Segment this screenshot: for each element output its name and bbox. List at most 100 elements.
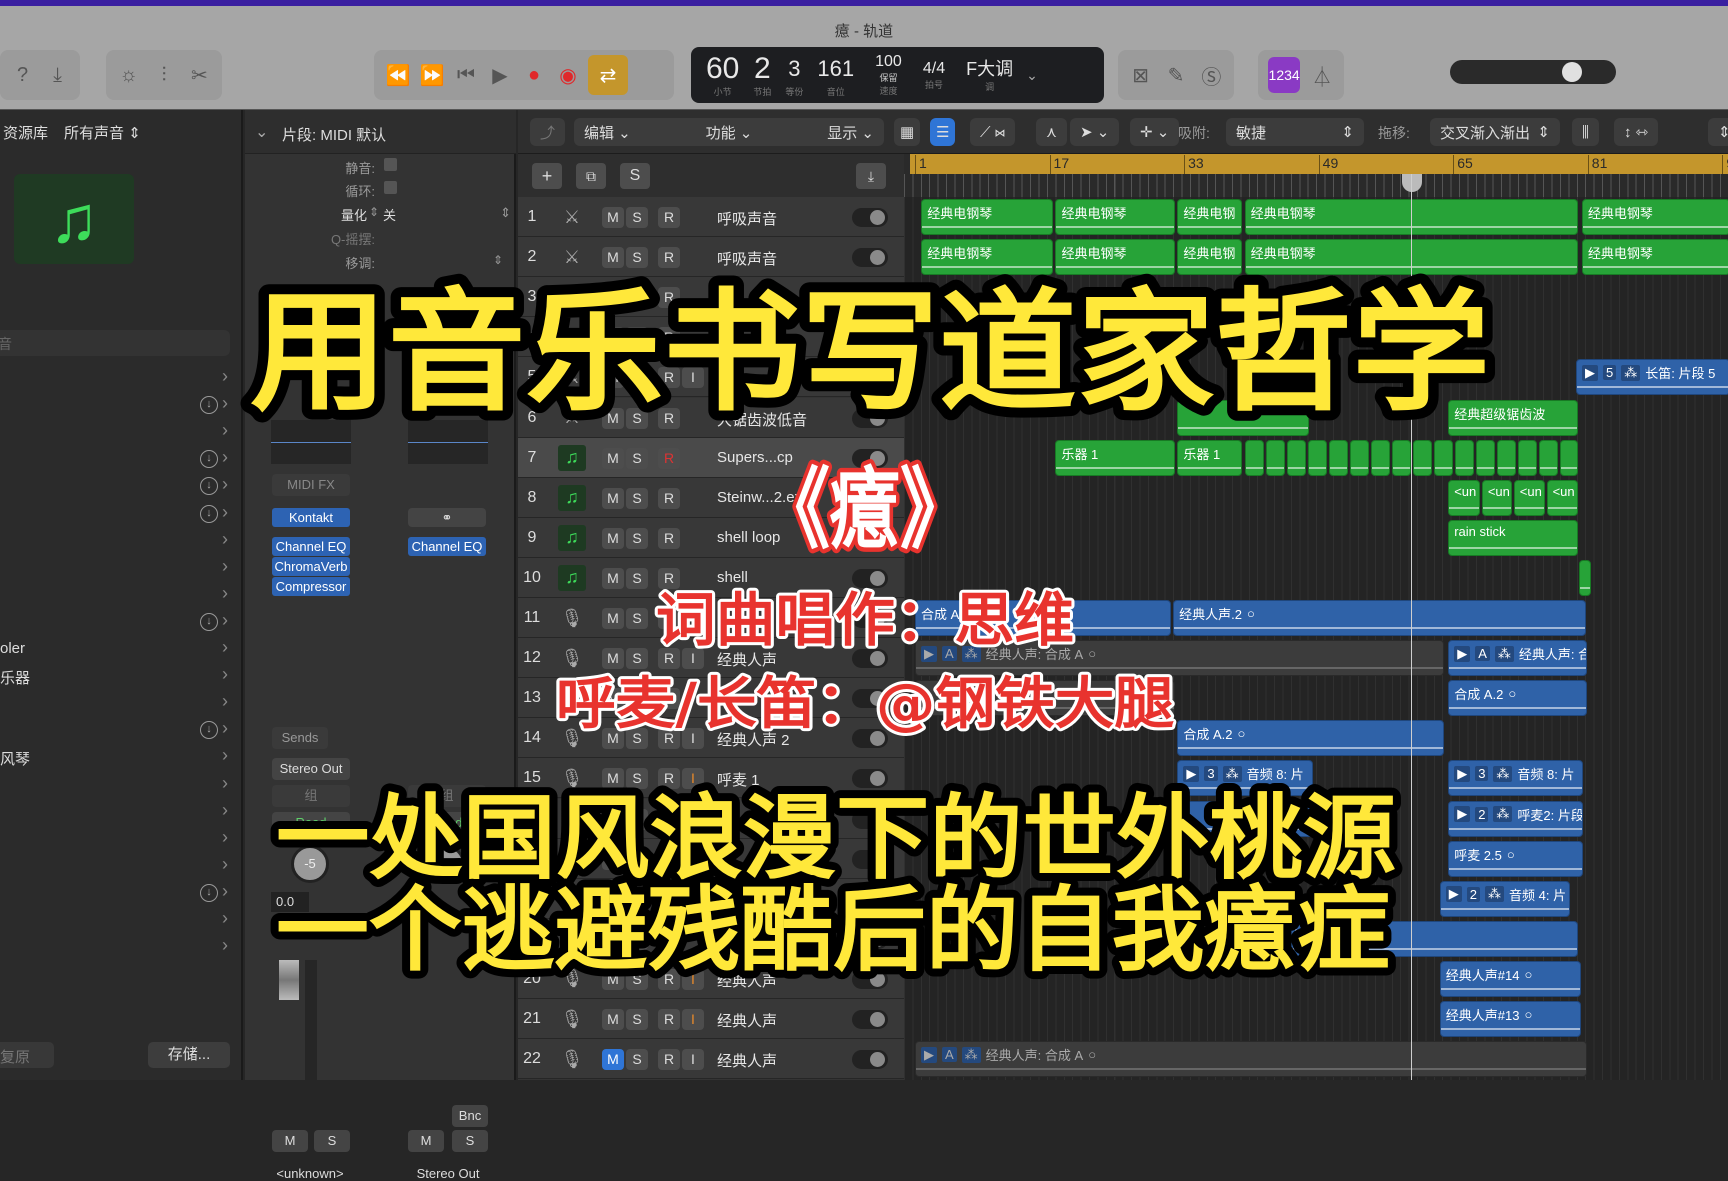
mute-button[interactable]: M [602, 567, 624, 589]
chevron-right-icon[interactable]: › [222, 691, 228, 712]
record-enable-button[interactable]: R [658, 608, 680, 629]
library-filter[interactable]: 所有声音 ⇕ [64, 122, 141, 143]
track-row[interactable]: 22 🎙 M S R I 经典人声 [518, 1039, 904, 1080]
global-solo-button[interactable]: S [620, 163, 650, 189]
region[interactable]: 合成 A. [915, 600, 1172, 636]
solo-button[interactable]: S [626, 688, 648, 710]
region[interactable]: <un [1513, 479, 1545, 516]
input-monitor-button[interactable]: I [682, 648, 704, 670]
region[interactable]: <un [1546, 479, 1579, 516]
record-enable-button[interactable]: R [658, 688, 680, 710]
record-enable-button[interactable]: R [658, 1009, 680, 1030]
track-on-toggle[interactable] [852, 889, 888, 909]
track-on-toggle[interactable] [852, 288, 888, 308]
region-inspector-header[interactable]: ⌄ 片段: MIDI 默认 [245, 110, 516, 154]
region[interactable] [1370, 439, 1390, 476]
track-name[interactable]: shell loop [717, 529, 780, 546]
record-enable-button[interactable]: R [658, 447, 680, 469]
track-row[interactable]: 11 🎙 M S R [518, 598, 904, 638]
tuner-icon[interactable]: ⊠ [1128, 61, 1153, 89]
track-on-toggle[interactable] [852, 1050, 888, 1070]
download-icon[interactable]: ↓ [200, 450, 218, 469]
solo-button[interactable]: S [626, 808, 648, 830]
mute-button[interactable]: M [602, 367, 624, 389]
waveform-zoom-icon[interactable]: ⫼ [1572, 118, 1599, 146]
region[interactable]: 经典电钢琴 [1055, 239, 1175, 276]
solo-button[interactable]: S [626, 608, 648, 629]
track-name[interactable]: 经典人声 2 [717, 729, 790, 750]
record-enable-button[interactable]: R [658, 648, 680, 670]
go-to-start-icon[interactable]: ⏮ [452, 61, 480, 89]
play-icon[interactable]: ▶ [486, 61, 514, 89]
mute-button[interactable]: M [602, 968, 624, 990]
region[interactable]: ▶ A ⁂ 经典人声: 合成 A ○ [915, 1041, 1587, 1078]
input-monitor-button[interactable]: I [682, 1009, 704, 1030]
track-on-toggle[interactable] [852, 488, 888, 508]
track-name[interactable]: 经典人声 [717, 1050, 777, 1071]
duplicate-track-icon[interactable]: ⧉ [576, 163, 606, 189]
record-enable-button[interactable]: R [658, 567, 680, 589]
record-icon[interactable]: ● [520, 61, 548, 89]
region[interactable]: ▶ 3 ⁂ 音频 8: 片 [1177, 760, 1314, 797]
record-enable-button[interactable]: R [658, 407, 680, 429]
quick-swipe-icon[interactable]: ⁂ [1494, 645, 1514, 662]
lcd-key[interactable]: F大调 [966, 58, 1013, 80]
track-on-toggle[interactable] [852, 1010, 888, 1029]
count-in-button[interactable]: 1234 [1268, 57, 1301, 93]
region[interactable] [1496, 439, 1517, 476]
download-icon[interactable]: ↓ [200, 612, 218, 631]
pencil-icon[interactable]: ✎ [1163, 61, 1188, 89]
quick-swipe-icon[interactable]: ⁂ [1485, 886, 1505, 903]
track-row[interactable]: 7 ♫ M S R Supers...cp [518, 437, 904, 478]
chevron-right-icon[interactable]: › [222, 935, 228, 956]
take-folder-play-icon[interactable]: ▶ [1445, 886, 1462, 903]
group-slot[interactable]: 组 [408, 785, 486, 807]
solo-button[interactable]: S [626, 728, 648, 750]
input-monitor-button[interactable]: I [682, 968, 704, 990]
arrange-area[interactable]: 经典电钢琴 经典电钢琴 经典电钢 经典电钢琴 经典电钢琴 经典电钢琴 经典电钢琴 经典电钢 经典… [904, 197, 1728, 1080]
region[interactable]: 经典电钢琴 [921, 199, 1053, 235]
take-badge[interactable]: 2 [1466, 886, 1481, 902]
mute-button[interactable]: M [602, 207, 624, 228]
mute-button[interactable]: M [602, 287, 624, 309]
region[interactable]: 呼麦 2.5 ○ [1448, 840, 1583, 877]
track-on-toggle[interactable] [852, 408, 888, 428]
track-on-toggle[interactable] [852, 689, 888, 709]
up-down-chevron-icon[interactable]: ⇕ [493, 253, 503, 267]
take-folder-play-icon[interactable]: ▶ [1454, 806, 1471, 822]
solo-button[interactable]: S [626, 487, 648, 509]
region[interactable]: 经典电钢 [1177, 239, 1242, 276]
region[interactable] [1177, 800, 1314, 837]
drag-select[interactable]: 交叉渐入渐出 ⇕ [1430, 118, 1560, 146]
take-folder-play-icon[interactable]: ▶ [1454, 645, 1471, 662]
chevron-right-icon[interactable]: › [222, 583, 228, 604]
mute-button[interactable]: M [602, 848, 624, 870]
mute-button[interactable]: M [602, 688, 624, 710]
chevron-right-icon[interactable]: › [222, 637, 228, 658]
take-badge[interactable]: A [1475, 646, 1490, 662]
chevron-right-icon[interactable]: › [222, 474, 228, 495]
track-name[interactable]: 经典人声 [717, 649, 777, 670]
fast-forward-icon[interactable]: ⏩ [418, 61, 446, 89]
score-icon[interactable]: Ⓢ [1199, 61, 1224, 89]
solo-button[interactable]: S [626, 407, 648, 429]
ruler[interactable]: 1 17 33 49 65 81 9 [904, 154, 1728, 197]
mute-button[interactable]: M [602, 808, 624, 830]
chevron-right-icon[interactable]: › [222, 610, 228, 631]
solo-button[interactable]: S [626, 527, 648, 549]
track-row[interactable]: 18 🎙 M S R [518, 878, 904, 919]
take-badge[interactable]: A [942, 1047, 957, 1063]
region[interactable]: 经典电钢 [1177, 199, 1242, 235]
region[interactable]: ▶ 5 ⁂ 长笛: 片段 5 [1576, 359, 1728, 396]
mute-button[interactable]: M [602, 888, 624, 910]
link-icon[interactable]: ⚭ [408, 508, 486, 527]
quantize-select[interactable]: 关 ⇕ [383, 205, 511, 224]
library-item[interactable]: 风琴 [0, 748, 30, 769]
solo-button[interactable]: S [626, 768, 648, 790]
chevron-right-icon[interactable]: › [222, 773, 228, 794]
download-icon[interactable]: ↓ [200, 504, 218, 523]
take-folder-play-icon[interactable]: ▶ [1183, 765, 1200, 782]
region[interactable] [1177, 399, 1310, 436]
solo-button[interactable]: S [626, 888, 648, 910]
library-item[interactable]: oler [0, 640, 25, 657]
